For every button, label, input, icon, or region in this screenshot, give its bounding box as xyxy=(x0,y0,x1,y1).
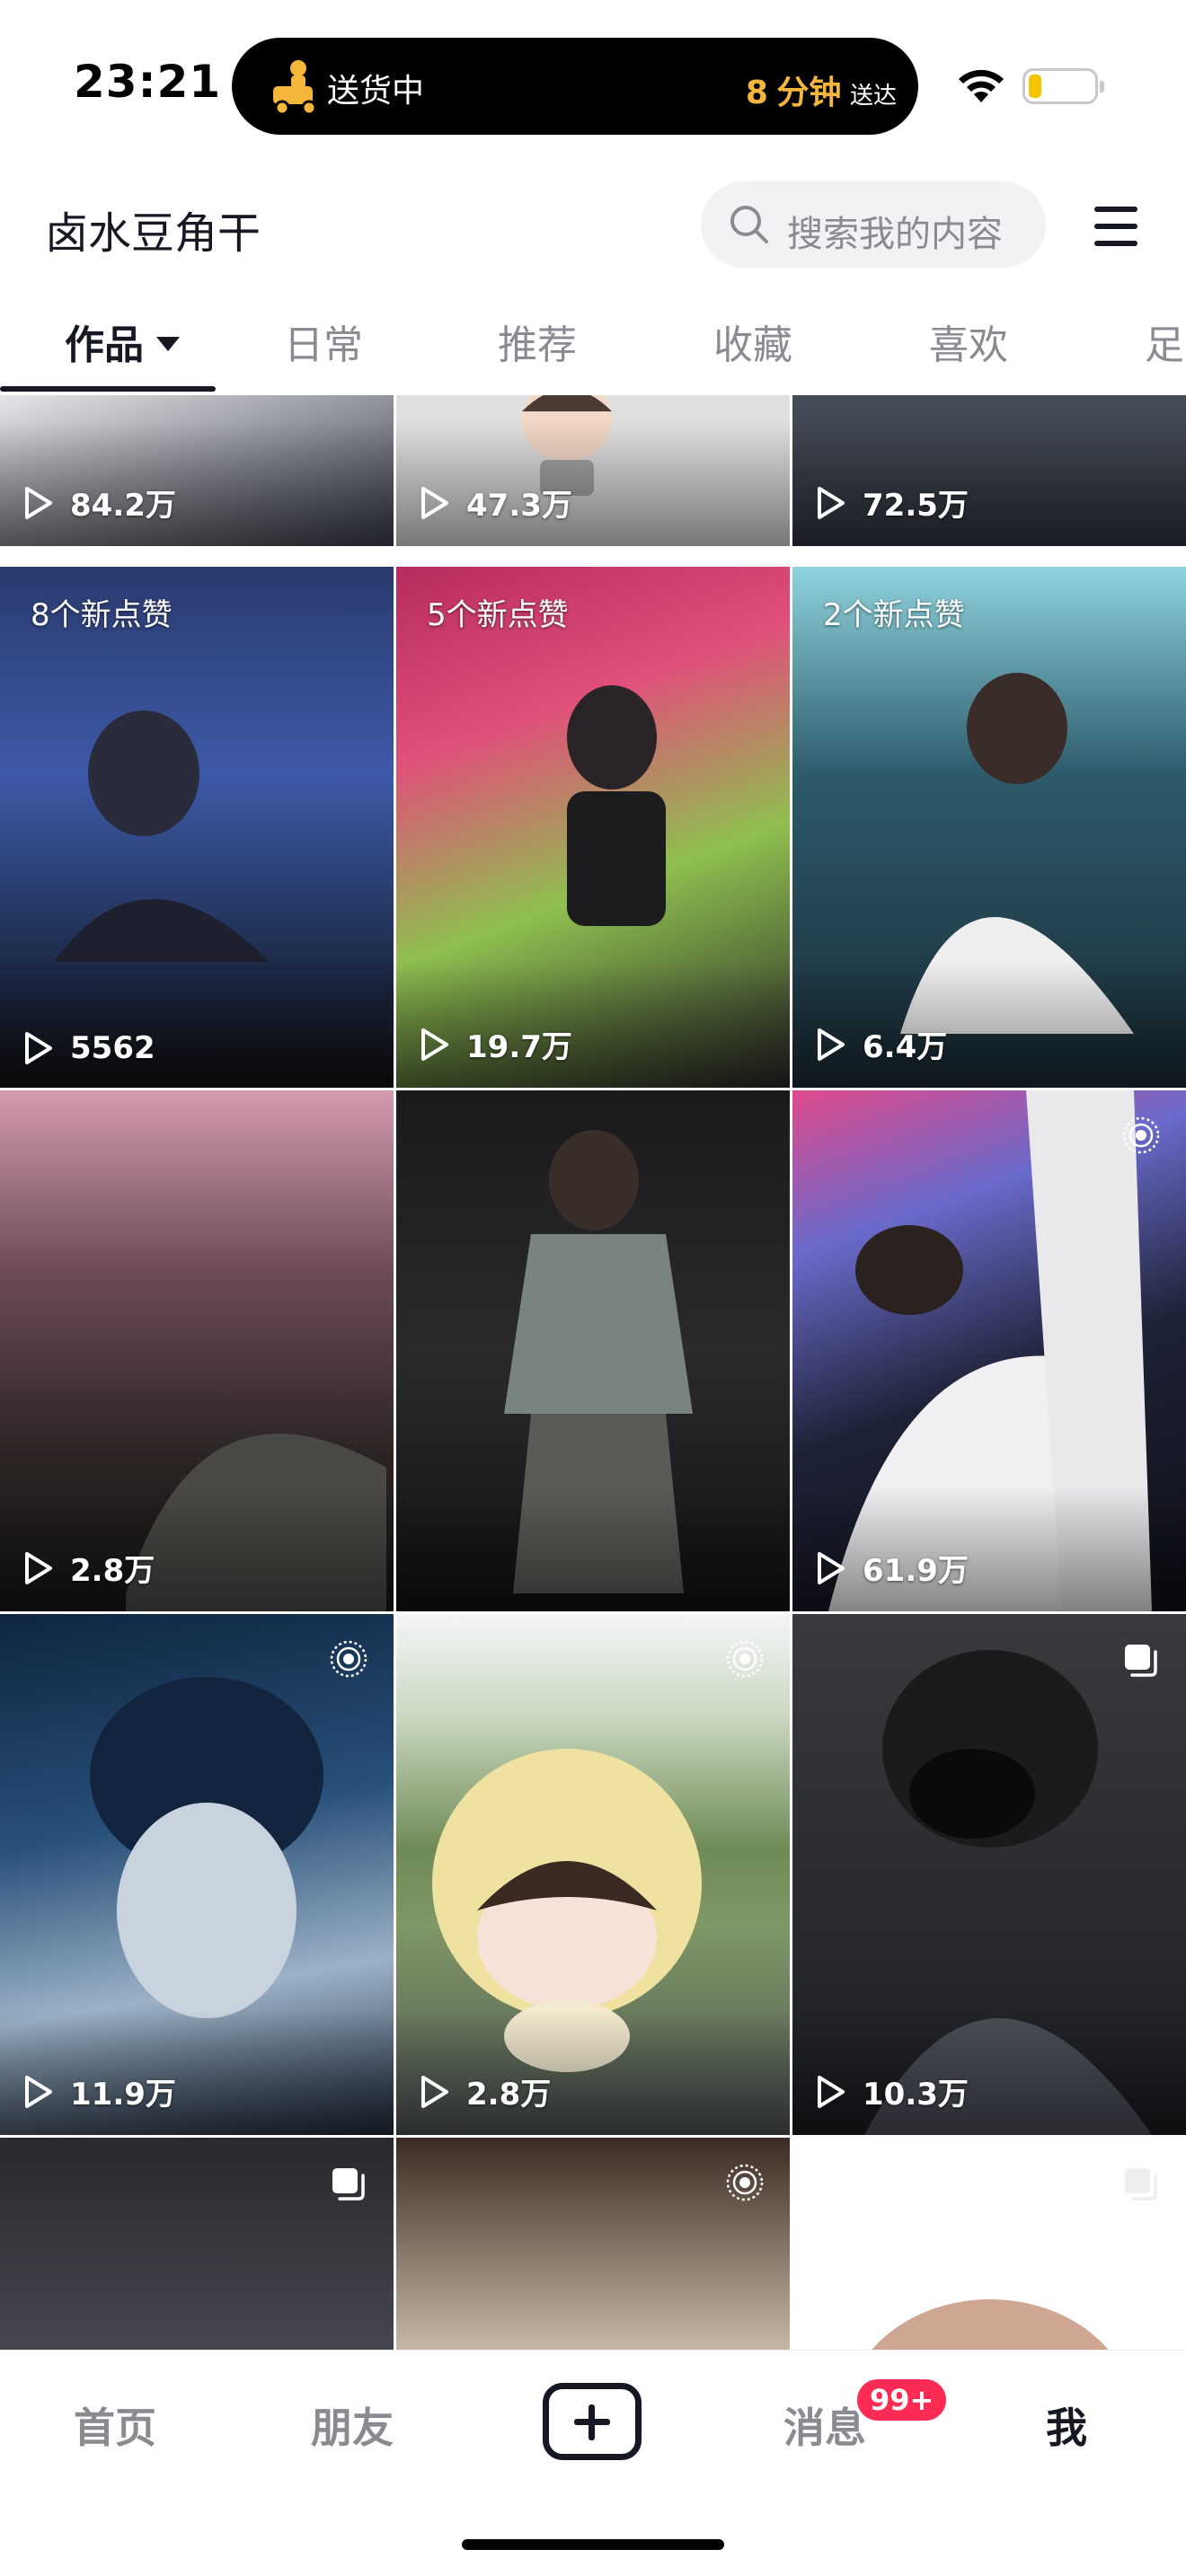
tab-footprint[interactable]: 足 xyxy=(1145,313,1184,370)
play-count: 11.9万 xyxy=(20,2069,176,2113)
search-icon xyxy=(730,206,768,243)
video-tile[interactable] xyxy=(396,2138,790,2353)
video-tile[interactable]: 2.8万 xyxy=(396,1614,790,2135)
multi-image-icon xyxy=(332,2168,365,2201)
profile-header: 卤水豆角干 搜索我的内容 xyxy=(0,180,1186,278)
play-icon xyxy=(818,2075,845,2108)
bottom-navigation: 首页 朋友 消息 99+ 我 xyxy=(0,2350,1186,2576)
status-time: 23:21 xyxy=(74,56,222,108)
play-icon xyxy=(818,1028,845,1061)
messages-unread-badge: 99+ xyxy=(854,2376,951,2424)
profile-tabs: 作品 日常 推荐 收藏 喜欢 足 xyxy=(0,296,1186,392)
video-tile[interactable] xyxy=(792,2138,1186,2353)
new-likes-badge: 2个新点赞 xyxy=(823,597,965,633)
video-tile[interactable]: 72.5万 xyxy=(792,395,1186,546)
search-input[interactable]: 搜索我的内容 xyxy=(701,181,1046,268)
play-count: 84.2万 xyxy=(20,481,176,525)
video-tile[interactable] xyxy=(0,2138,394,2353)
new-likes-badge: 5个新点赞 xyxy=(427,597,569,633)
video-tile[interactable]: 84.2万 xyxy=(0,395,394,546)
video-tile[interactable]: 11.9万 xyxy=(0,1614,394,2135)
delivery-live-activity[interactable]: 送货中 8 分钟 送达 xyxy=(232,38,918,135)
video-tile[interactable]: 5个新点赞 19.7万 xyxy=(396,567,790,1088)
live-photo-icon xyxy=(330,1640,367,1678)
battery-icon xyxy=(1022,68,1104,104)
video-tile[interactable] xyxy=(396,1090,790,1611)
play-icon xyxy=(818,1551,845,1584)
tab-recommended[interactable]: 推荐 xyxy=(498,313,577,370)
status-bar: 23:21 送货中 8 分钟 送达 xyxy=(0,0,1186,171)
play-count: 5562 xyxy=(20,1030,155,1066)
play-count: 72.5万 xyxy=(812,481,969,525)
play-count: 2.8万 xyxy=(20,1546,155,1590)
tab-likes[interactable]: 喜欢 xyxy=(929,313,1008,370)
tab-favorites[interactable]: 收藏 xyxy=(713,313,792,370)
play-count: 6.4万 xyxy=(812,1022,947,1066)
nav-me[interactable]: 我 xyxy=(1046,2395,1087,2455)
live-photo-icon xyxy=(726,2164,764,2201)
delivery-eta: 8 分钟 送达 xyxy=(746,66,897,113)
play-icon xyxy=(818,486,845,519)
play-icon xyxy=(421,2075,448,2108)
play-icon xyxy=(25,486,52,519)
play-count: 61.9万 xyxy=(812,1546,969,1590)
caret-down-icon xyxy=(156,337,180,351)
live-photo-icon xyxy=(1122,1116,1160,1154)
play-icon xyxy=(25,1551,52,1584)
multi-image-icon xyxy=(1125,2168,1157,2201)
video-tile[interactable]: 2个新点赞 6.4万 xyxy=(792,567,1186,1088)
tab-works[interactable]: 作品 xyxy=(65,313,180,370)
page-title: 卤水豆角干 xyxy=(45,208,261,259)
eta-suffix: 送达 xyxy=(849,83,897,110)
home-indicator[interactable] xyxy=(462,2539,724,2550)
video-tile[interactable]: 10.3万 xyxy=(792,1614,1186,2135)
video-tile[interactable]: 61.9万 xyxy=(792,1090,1186,1611)
tab-label: 作品 xyxy=(65,322,144,368)
search-placeholder: 搜索我的内容 xyxy=(787,214,1003,255)
video-grid: 84.2万 47.3万 72.5万 8个新点赞 5562 5个新点赞 19.7万… xyxy=(0,395,1186,2353)
video-tile[interactable]: 8个新点赞 5562 xyxy=(0,567,394,1088)
video-tile[interactable]: 47.3万 xyxy=(396,395,790,546)
nav-home[interactable]: 首页 xyxy=(74,2395,156,2455)
multi-image-icon xyxy=(1125,1645,1157,1677)
new-likes-badge: 8个新点赞 xyxy=(31,597,173,633)
tab-daily[interactable]: 日常 xyxy=(284,313,363,370)
play-count: 2.8万 xyxy=(416,2069,551,2113)
eta-number: 8 xyxy=(745,75,768,111)
delivery-status-text: 送货中 xyxy=(327,73,425,110)
play-count: 10.3万 xyxy=(812,2069,969,2113)
play-icon xyxy=(25,1032,52,1064)
video-tile[interactable]: 2.8万 xyxy=(0,1090,394,1611)
active-tab-underline xyxy=(0,386,216,392)
nav-friends[interactable]: 朋友 xyxy=(311,2395,394,2455)
play-icon xyxy=(25,2075,52,2108)
play-count: 47.3万 xyxy=(416,481,572,525)
play-count: 19.7万 xyxy=(416,1022,572,1066)
wifi-icon xyxy=(959,69,1004,102)
live-photo-icon xyxy=(726,1640,764,1678)
play-icon xyxy=(421,486,448,519)
play-icon xyxy=(421,1028,448,1061)
eta-unit: 分钟 xyxy=(776,75,842,111)
create-post-button[interactable] xyxy=(543,2383,642,2460)
hamburger-menu-icon[interactable] xyxy=(1094,207,1137,246)
delivery-rider-icon xyxy=(273,60,317,116)
